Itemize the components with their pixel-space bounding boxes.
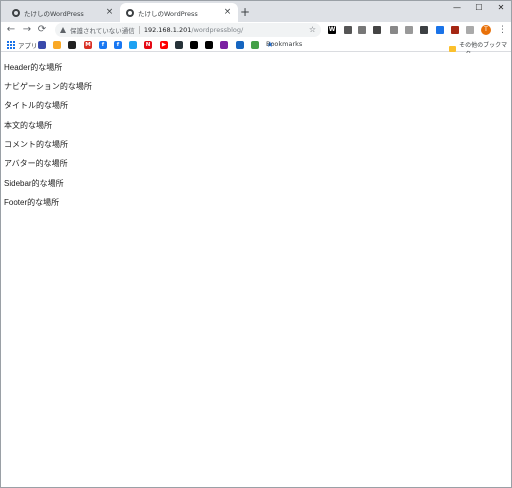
bookmark-icon-3[interactable] (68, 41, 76, 49)
translate-icon[interactable] (420, 26, 428, 34)
header-area-text: Header的な場所 (4, 63, 63, 72)
shield-ext-icon[interactable] (451, 26, 459, 34)
title-area-text: タイトル的な場所 (4, 101, 68, 110)
url-host[interactable]: 192.168.1.201 (144, 26, 192, 34)
navigation-area-text: ナビゲーション的な場所 (4, 82, 92, 91)
close-window-button[interactable]: ✕ (492, 2, 510, 14)
leaf-icon[interactable] (390, 26, 398, 34)
bookmark-icon-11[interactable] (190, 41, 198, 49)
warning-icon[interactable] (60, 27, 66, 33)
apps-grid-icon[interactable] (7, 41, 15, 49)
tab-inactive[interactable]: たけしのWordPress × (6, 3, 120, 22)
circle-ext-icon[interactable] (373, 26, 381, 34)
browser-toolbar: ← → ⟳ 保護されていない通信 192.168.1.201/wordpress… (0, 22, 512, 38)
menu-icon[interactable]: ⋮ (498, 24, 507, 36)
forward-button[interactable]: → (21, 24, 33, 36)
bookmark-icon-15[interactable] (251, 41, 259, 49)
tab-title: たけしのWordPress (138, 9, 198, 18)
sidebar-area-text: Sidebar的な場所 (4, 179, 64, 188)
profile-avatar[interactable]: T (481, 25, 491, 35)
minimize-button[interactable]: — (448, 2, 466, 14)
footer-area-text: Footer的な場所 (4, 198, 60, 207)
close-tab-icon[interactable]: × (223, 8, 232, 17)
bookmarks-folder-label[interactable]: Bookmarks (266, 40, 302, 48)
body-area-text: 本文的な場所 (4, 121, 52, 130)
tab-active[interactable]: たけしのWordPress × (120, 3, 238, 22)
bookmarks-bar: アプリ MffN▶★ Bookmarks その他のブックマーク (0, 38, 512, 58)
badge-ext-icon[interactable] (436, 26, 444, 34)
bookmark-icon-10[interactable] (175, 41, 183, 49)
ext-gray-icon[interactable] (466, 26, 474, 34)
security-status[interactable]: 保護されていない通信 (70, 25, 135, 35)
page-content: Header的な場所 ナビゲーション的な場所 タイトル的な場所 本文的な場所 コ… (0, 53, 512, 488)
wordpress-favicon-icon (12, 8, 20, 17)
ext-box-icon[interactable] (358, 26, 366, 34)
comment-area-text: コメント的な場所 (4, 140, 68, 149)
maximize-button[interactable]: ☐ (470, 2, 488, 14)
bookmark-icon-14[interactable] (236, 41, 244, 49)
reload-button[interactable]: ⟳ (36, 24, 48, 36)
facebook-icon-2[interactable]: f (114, 41, 122, 49)
w-icon[interactable]: W (328, 26, 336, 34)
twitter-icon[interactable] (129, 41, 137, 49)
new-tab-button[interactable]: + (239, 6, 251, 18)
bookmark-icon-13[interactable] (220, 41, 228, 49)
bookmark-icon-12[interactable] (205, 41, 213, 49)
bookmark-star-icon[interactable]: ☆ (309, 25, 316, 34)
folder-icon (449, 46, 457, 52)
close-tab-icon[interactable]: × (105, 8, 114, 17)
url-path[interactable]: /wordpressblog/ (191, 26, 243, 34)
wordpress-favicon-icon (126, 8, 134, 17)
apps-label[interactable]: アプリ (18, 40, 38, 50)
address-bar[interactable]: 保護されていない通信 192.168.1.201/wordpressblog/ … (55, 23, 321, 37)
avatar-area-text: アバター的な場所 (4, 159, 68, 168)
netflix-icon[interactable]: N (144, 41, 152, 49)
bookmark-icon-2[interactable] (53, 41, 61, 49)
gmail-icon[interactable]: M (84, 41, 92, 49)
facebook-icon[interactable]: f (99, 41, 107, 49)
bookmark-icon-1[interactable] (38, 41, 46, 49)
mail-ext-icon[interactable] (405, 26, 413, 34)
divider (138, 26, 140, 34)
square-ext-icon[interactable] (344, 26, 352, 34)
title-bar: たけしのWordPress × たけしのWordPress × + — ☐ ✕ (0, 0, 512, 22)
back-button[interactable]: ← (5, 24, 17, 36)
tab-title: たけしのWordPress (24, 9, 84, 18)
youtube-icon[interactable]: ▶ (160, 41, 168, 49)
